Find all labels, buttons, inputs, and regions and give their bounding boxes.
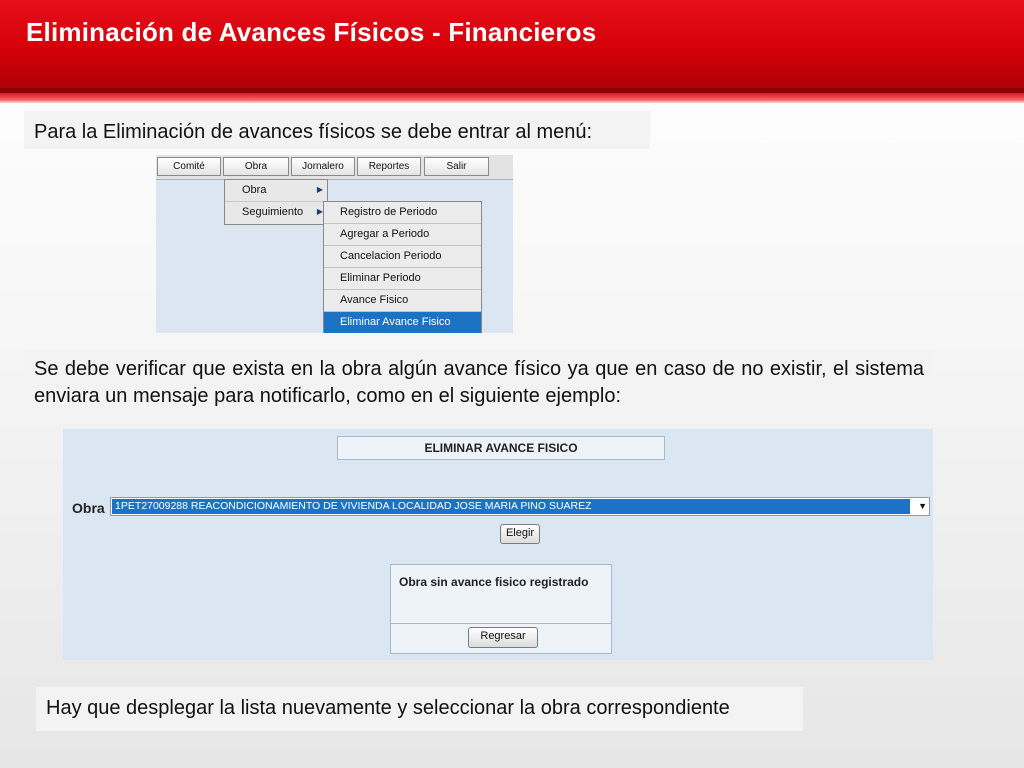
menu-comite-button[interactable]: Comité <box>157 157 221 176</box>
dropdown-item-seguimiento[interactable]: Seguimiento ▶ <box>225 202 327 224</box>
slide-title: Eliminación de Avances Físicos - Financi… <box>26 17 597 47</box>
submenu-item-registro-periodo[interactable]: Registro de Periodo <box>324 202 481 224</box>
submenu-item-avance-fisico[interactable]: Avance Fisico <box>324 290 481 312</box>
menu-jornalero-button[interactable]: Jornalero <box>291 157 355 176</box>
submenu-item-agregar-periodo[interactable]: Agregar a Periodo <box>324 224 481 246</box>
chevron-right-icon: ▶ <box>316 185 323 194</box>
elegir-button[interactable]: Elegir <box>500 524 540 544</box>
submenu-item-eliminar-periodo[interactable]: Eliminar Periodo <box>324 268 481 290</box>
submenu-item-cancelacion-periodo[interactable]: Cancelacion Periodo <box>324 246 481 268</box>
obra-select[interactable]: 1PET27009288 REACONDICIONAMIENTO DE VIVI… <box>110 497 930 516</box>
menu-obra-button[interactable]: Obra <box>223 157 289 176</box>
obra-label: Obra <box>72 500 105 516</box>
menu-bar: Comité Obra Jornalero Reportes Salir <box>156 155 513 180</box>
menu-instruction-text: Para la Eliminación de avances físicos s… <box>24 111 650 149</box>
submenu-item-eliminar-avance-fisico[interactable]: Eliminar Avance Fisico <box>324 312 481 333</box>
message-box: Obra sin avance fisico registrado Regres… <box>390 564 612 654</box>
obra-dropdown: Obra ▶ Seguimiento ▶ <box>224 179 328 225</box>
menu-salir-button[interactable]: Salir <box>424 157 489 176</box>
chevron-down-icon[interactable]: ▼ <box>918 498 927 515</box>
regresar-button[interactable]: Regresar <box>468 627 538 648</box>
eliminar-avance-form-screenshot: ELIMINAR AVANCE FISICO Obra 1PET27009288… <box>63 429 933 660</box>
reselect-instruction-text: Hay que desplegar la lista nuevamente y … <box>36 687 803 731</box>
verify-instruction-text: Se debe verificar que exista en la obra … <box>24 350 934 416</box>
dropdown-item-label: Seguimiento <box>242 206 304 218</box>
message-divider <box>391 623 611 624</box>
form-title: ELIMINAR AVANCE FISICO <box>337 436 665 460</box>
seguimiento-submenu: Registro de Periodo Agregar a Periodo Ca… <box>323 201 482 333</box>
dropdown-item-obra[interactable]: Obra ▶ <box>225 180 327 202</box>
header-gradient-band <box>0 93 1024 103</box>
slide-header: Eliminación de Avances Físicos - Financi… <box>0 0 1024 88</box>
menu-reportes-button[interactable]: Reportes <box>357 157 421 176</box>
dropdown-item-label: Obra <box>242 184 267 196</box>
obra-selected-value: 1PET27009288 REACONDICIONAMIENTO DE VIVI… <box>112 499 910 514</box>
menu-screenshot: Comité Obra Jornalero Reportes Salir Obr… <box>156 155 513 333</box>
message-text: Obra sin avance fisico registrado <box>399 575 589 589</box>
